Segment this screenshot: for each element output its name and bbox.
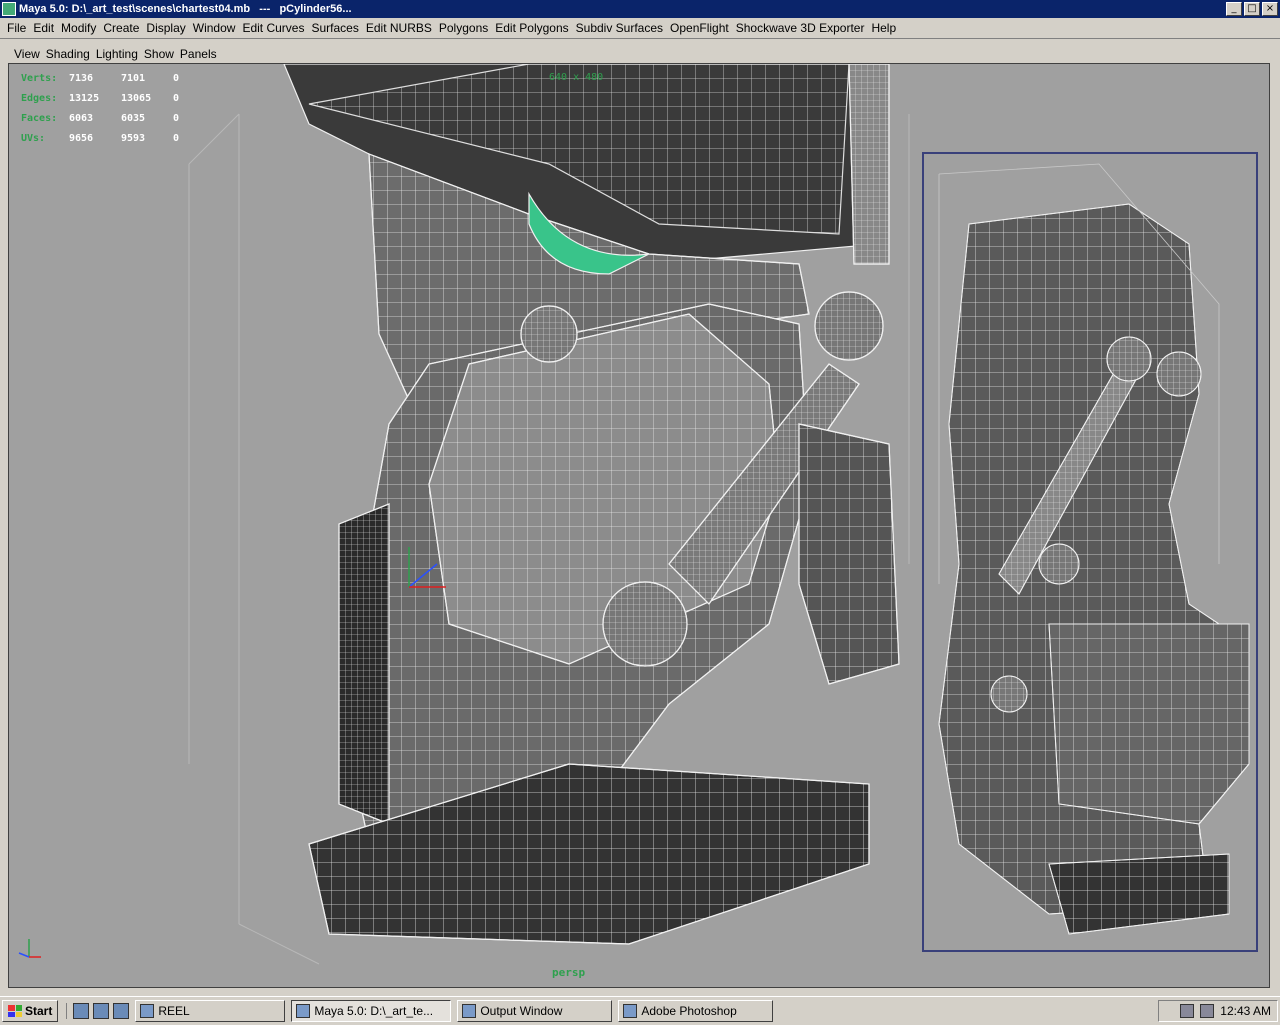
hud-value: 9656 xyxy=(69,132,94,144)
hud-value: 0 xyxy=(173,72,180,84)
task-label: Maya 5.0: D:\_art_te... xyxy=(314,1004,434,1018)
hud-value: 7136 xyxy=(69,72,94,84)
folder-icon xyxy=(140,1004,155,1018)
menu-edit-nurbs[interactable]: Edit NURBS xyxy=(366,21,432,35)
system-tray: 12:43 AM xyxy=(1158,1000,1278,1022)
menu-file[interactable]: File xyxy=(7,21,26,35)
resolution-gate-label: 640 x 480 xyxy=(549,72,604,83)
window-icon xyxy=(462,1004,477,1018)
hud-value: 9593 xyxy=(121,132,146,144)
menu-edit-polygons[interactable]: Edit Polygons xyxy=(495,21,568,35)
main-menubar: File Edit Modify Create Display Window E… xyxy=(0,18,1280,39)
menu-surfaces[interactable]: Surfaces xyxy=(311,21,358,35)
panel-menu-panels[interactable]: Panels xyxy=(180,47,217,61)
hud-value: 7101 xyxy=(121,72,146,84)
panel-menu-lighting[interactable]: Lighting xyxy=(96,47,138,61)
task-label: Output Window xyxy=(480,1004,563,1018)
maximize-button[interactable]: □ xyxy=(1244,2,1260,16)
hud-value: 6035 xyxy=(121,112,146,124)
clock: 12:43 AM xyxy=(1220,1004,1271,1018)
taskbar-item-photoshop[interactable]: Adobe Photoshop xyxy=(618,1000,774,1022)
taskbar-item-reel[interactable]: REEL xyxy=(135,1000,286,1022)
panel-menubar: View Shading Lighting Show Panels xyxy=(8,45,1270,63)
volume-icon[interactable] xyxy=(1200,1004,1215,1018)
terminal-icon[interactable] xyxy=(113,1003,130,1019)
hud-value: 0 xyxy=(173,132,180,144)
minimize-button[interactable]: _ xyxy=(1226,2,1242,16)
task-label: Adobe Photoshop xyxy=(641,1004,737,1018)
hud-label: Faces: xyxy=(21,112,58,124)
hud-label: UVs: xyxy=(21,132,46,144)
hud-label: Verts: xyxy=(21,72,58,84)
photoshop-icon xyxy=(623,1004,638,1018)
maya-app-icon[interactable] xyxy=(2,2,16,16)
menu-modify[interactable]: Modify xyxy=(61,21,96,35)
hud-label: Edges: xyxy=(21,92,58,104)
start-label: Start xyxy=(25,1004,53,1018)
menu-window[interactable]: Window xyxy=(193,21,236,35)
menu-help[interactable]: Help xyxy=(871,21,896,35)
hud-row-edges: Edges: 13125 13065 0 xyxy=(21,88,193,108)
menu-polygons[interactable]: Polygons xyxy=(439,21,488,35)
windows-logo-icon xyxy=(8,1005,22,1017)
hud-value: 13065 xyxy=(121,92,152,104)
menu-edit[interactable]: Edit xyxy=(33,21,54,35)
hud-value: 13125 xyxy=(69,92,100,104)
menu-create[interactable]: Create xyxy=(103,21,139,35)
panel-menu-shading[interactable]: Shading xyxy=(46,47,90,61)
explorer-icon[interactable] xyxy=(93,1003,110,1019)
poly-count-hud: Verts: 7136 7101 0 Edges: 13125 13065 0 … xyxy=(21,68,193,148)
hud-row-uvs: UVs: 9656 9593 0 xyxy=(21,128,193,148)
panel-menu-view[interactable]: View xyxy=(14,47,40,61)
title-bar: Maya 5.0: D:\_art_test\scenes\chartest04… xyxy=(0,0,1280,18)
panel-menu-show[interactable]: Show xyxy=(144,47,174,61)
camera-name-label: persp xyxy=(552,966,586,979)
hud-value: 0 xyxy=(173,112,180,124)
window-title: Maya 5.0: D:\_art_test\scenes\chartest04… xyxy=(19,3,352,15)
perspective-viewport[interactable]: Verts: 7136 7101 0 Edges: 13125 13065 0 … xyxy=(8,63,1270,988)
network-icon[interactable] xyxy=(1180,1004,1195,1018)
taskbar-item-output-window[interactable]: Output Window xyxy=(457,1000,613,1022)
desktop-icon[interactable] xyxy=(73,1003,90,1019)
hud-value: 6063 xyxy=(69,112,94,124)
close-button[interactable]: × xyxy=(1262,2,1278,16)
menu-shockwave-exporter[interactable]: Shockwave 3D Exporter xyxy=(736,21,865,35)
hud-row-faces: Faces: 6063 6035 0 xyxy=(21,108,193,128)
taskbar: Start REEL Maya 5.0: D:\_art_te... Outpu… xyxy=(0,996,1280,1025)
maya-icon xyxy=(296,1004,311,1018)
taskbar-item-maya[interactable]: Maya 5.0: D:\_art_te... xyxy=(291,1000,452,1022)
menu-display[interactable]: Display xyxy=(146,21,185,35)
menu-edit-curves[interactable]: Edit Curves xyxy=(242,21,304,35)
start-button[interactable]: Start xyxy=(2,1000,59,1022)
task-label: REEL xyxy=(158,1004,190,1018)
quick-launch xyxy=(66,1003,130,1019)
hud-value: 0 xyxy=(173,92,180,104)
hud-row-verts: Verts: 7136 7101 0 xyxy=(21,68,193,88)
inset-view-frame[interactable] xyxy=(922,152,1258,952)
menu-openflight[interactable]: OpenFlight xyxy=(670,21,729,35)
menu-subdiv-surfaces[interactable]: Subdiv Surfaces xyxy=(576,21,663,35)
